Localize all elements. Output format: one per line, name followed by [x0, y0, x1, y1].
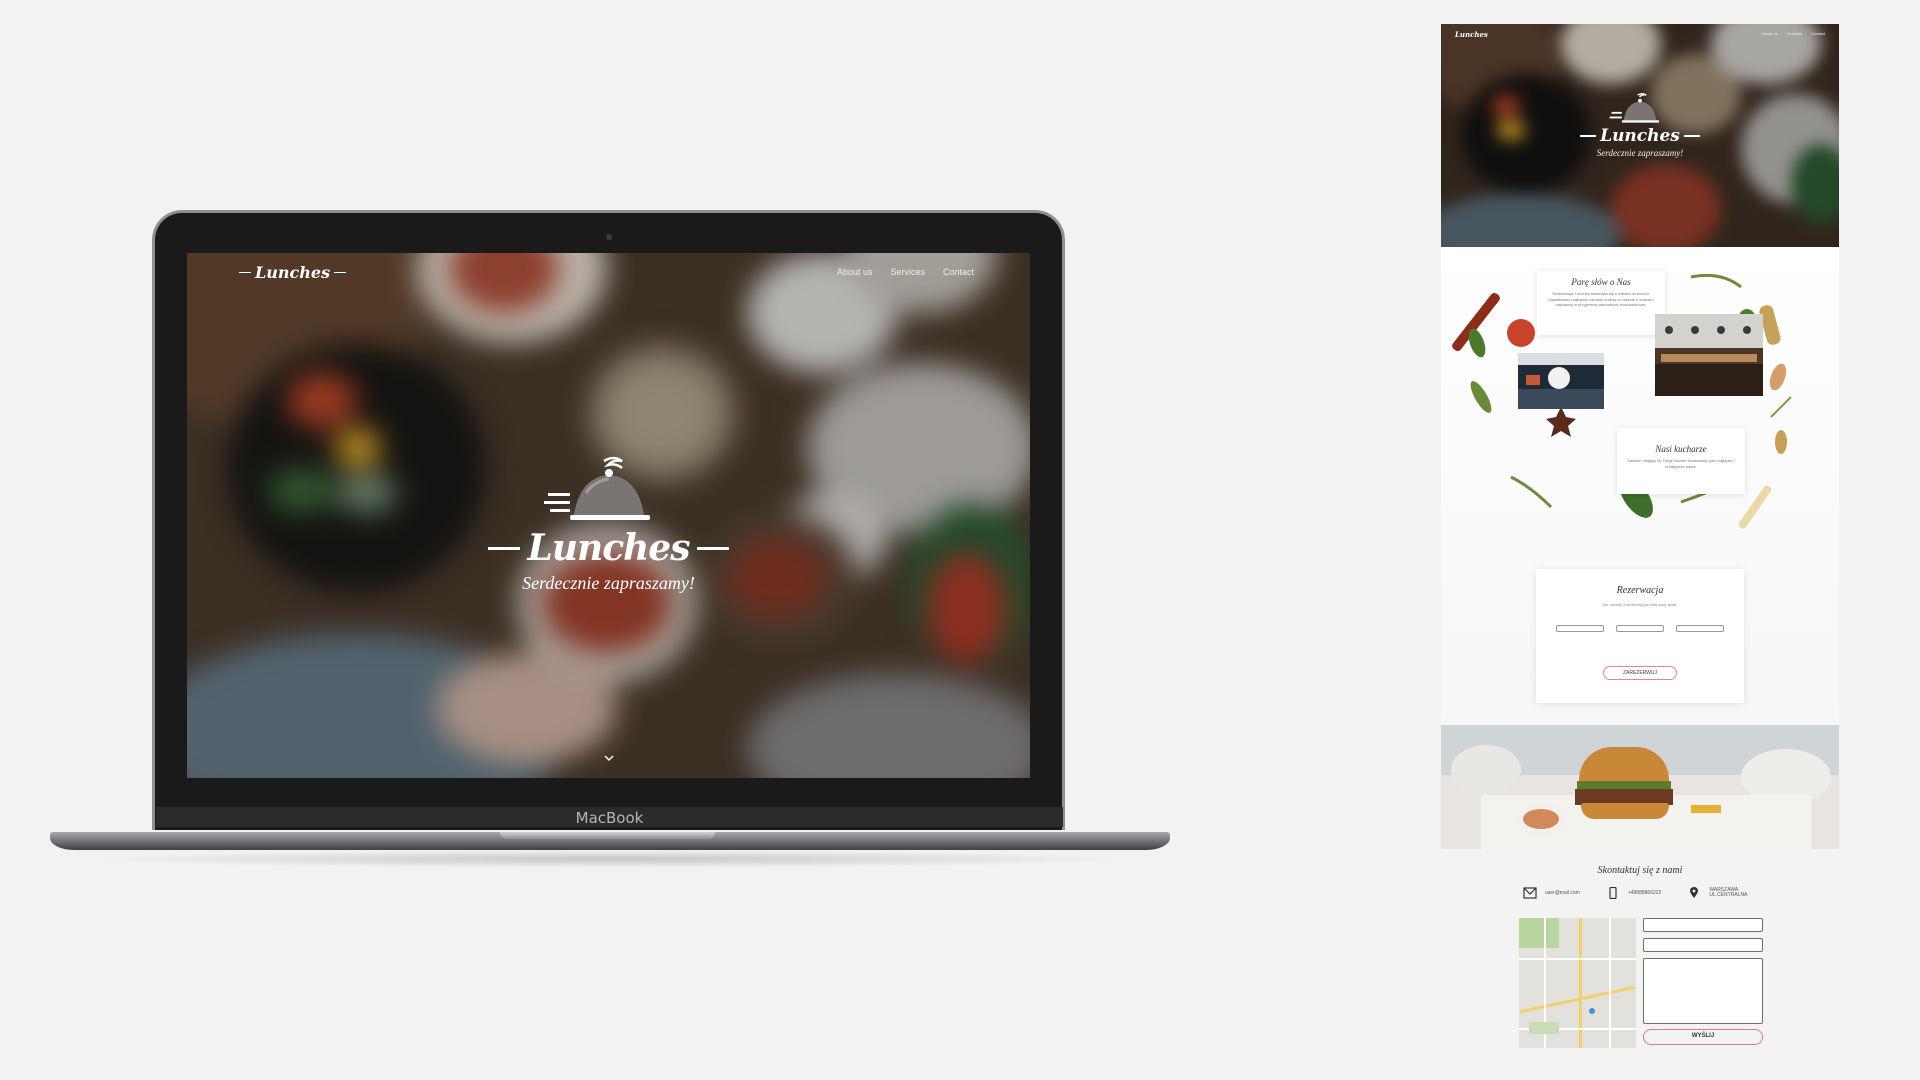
- contact-message-textarea[interactable]: [1643, 958, 1763, 1024]
- hero-title: Lunches: [527, 527, 691, 569]
- reservation-input-3[interactable]: [1676, 625, 1724, 632]
- reservation-input-1[interactable]: [1556, 625, 1604, 632]
- nav-link-contact[interactable]: Contact: [943, 267, 974, 277]
- contact-info-row: user@mail.com +48888866222 WARSZAWA UL.C…: [1523, 887, 1747, 899]
- contact-section: Skontaktuj się z nami user@mail.com +488…: [1441, 849, 1839, 1056]
- nav-link-about-us[interactable]: About us: [837, 267, 873, 277]
- contact-address-line2: UL.CENTRALNA: [1709, 892, 1748, 898]
- preview-hero-logo: Lunches Serdecznie zapraszamy!: [1441, 90, 1839, 158]
- hero-logo-block: Lunches Serdecznie zapraszamy!: [187, 453, 1030, 594]
- contact-name-input[interactable]: [1643, 918, 1763, 932]
- laptop-screen: Lunches About us Services Contact Lunche…: [187, 253, 1030, 778]
- contact-email-input[interactable]: [1643, 938, 1763, 952]
- nav-links: About us Services Contact: [837, 267, 974, 277]
- cloche-icon: [543, 456, 650, 520]
- reservation-text: Nie czekaj! Zarezerwuj już dziś swój sto…: [1602, 602, 1678, 607]
- preview-nav-link-services[interactable]: Services: [1787, 31, 1802, 36]
- contact-email[interactable]: user@mail.com: [1545, 890, 1580, 896]
- about-text: Restauracja Lunches stworzyła się z miło…: [1548, 291, 1654, 308]
- reserve-button[interactable]: ZAREZERWUJ: [1603, 666, 1677, 680]
- kitchen-photo: [1518, 353, 1604, 409]
- macbook-mockup: Lunches About us Services Contact Lunche…: [50, 210, 1170, 870]
- preview-hero: Lunches About us Services Contact Lunche…: [1441, 24, 1839, 247]
- reservation-title: Rezerwacja: [1616, 585, 1664, 596]
- location-pin-icon: [1690, 887, 1699, 898]
- macbook-chin: MacBook: [156, 807, 1063, 827]
- chefs-card: Nasi kucharze Zawsze dbający by Twoje lo…: [1617, 428, 1745, 494]
- reservation-input-2[interactable]: [1616, 625, 1664, 632]
- macbook-brand-label: MacBook: [575, 809, 644, 827]
- chevron-down-icon[interactable]: [603, 752, 615, 764]
- preview-cloche-icon: [1609, 92, 1660, 123]
- about-card: Parę słów o Nas Restauracja Lunches stwo…: [1537, 271, 1665, 335]
- hero-subtitle: Serdecznie zapraszamy!: [522, 573, 695, 593]
- about-title: Parę słów o Nas: [1571, 277, 1631, 287]
- contact-phone[interactable]: +48888866222: [1628, 890, 1662, 896]
- preview-hero-subtitle: Serdecznie zapraszamy!: [1596, 148, 1684, 158]
- full-page-preview: Lunches About us Services Contact Lunche…: [1441, 24, 1839, 1056]
- preview-nav-links: About us Services Contact: [1762, 31, 1825, 36]
- macbook-notch: [500, 832, 715, 839]
- location-map[interactable]: [1519, 918, 1636, 1048]
- envelope-icon: [1523, 887, 1537, 899]
- preview-nav-link-contact[interactable]: Contact: [1811, 31, 1825, 36]
- send-button[interactable]: WYŚLIJ: [1643, 1029, 1763, 1045]
- camera-dot: [605, 234, 612, 240]
- restaurant-interior-photo: [1655, 314, 1763, 396]
- chefs-title: Nasi kucharze: [1655, 444, 1707, 454]
- burger-photo: [1441, 725, 1839, 849]
- nav-logo[interactable]: Lunches: [239, 263, 347, 282]
- preview-hero-title: Lunches: [1600, 126, 1680, 146]
- preview-nav-logo[interactable]: Lunches: [1455, 30, 1488, 39]
- chefs-text: Zawsze dbający by Twoje lokowe smakowały…: [1627, 458, 1735, 469]
- macbook-lid: Lunches About us Services Contact Lunche…: [152, 210, 1065, 830]
- preview-nav-link-about-us[interactable]: About us: [1762, 31, 1778, 36]
- reservation-fields: [1536, 625, 1744, 632]
- contact-form: WYŚLIJ: [1643, 918, 1763, 1045]
- phone-icon: [1609, 887, 1617, 899]
- contact-title: Skontaktuj się z nami: [1597, 865, 1683, 876]
- nav-link-services[interactable]: Services: [890, 267, 925, 277]
- reservation-card: Rezerwacja Nie czekaj! Zarezerwuj już dz…: [1536, 569, 1744, 703]
